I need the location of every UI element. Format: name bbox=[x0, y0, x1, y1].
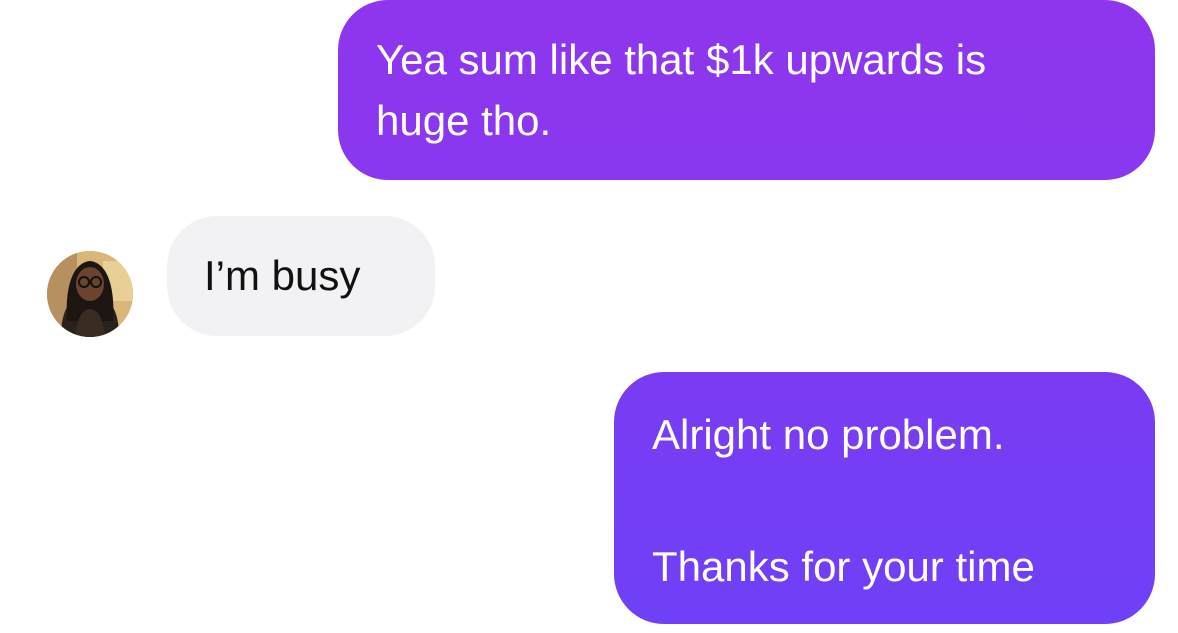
avatar-photo-icon bbox=[47, 251, 133, 337]
outgoing-message-bubble[interactable]: Yea sum like that $1k upwards is huge th… bbox=[338, 0, 1155, 180]
incoming-message-bubble[interactable]: I’m busy bbox=[167, 216, 435, 336]
outgoing-message-bubble[interactable]: Alright no problem. Thanks for your time bbox=[614, 372, 1155, 624]
chat-thread: Yea sum like that $1k upwards is huge th… bbox=[0, 0, 1178, 633]
contact-avatar[interactable] bbox=[47, 251, 133, 337]
